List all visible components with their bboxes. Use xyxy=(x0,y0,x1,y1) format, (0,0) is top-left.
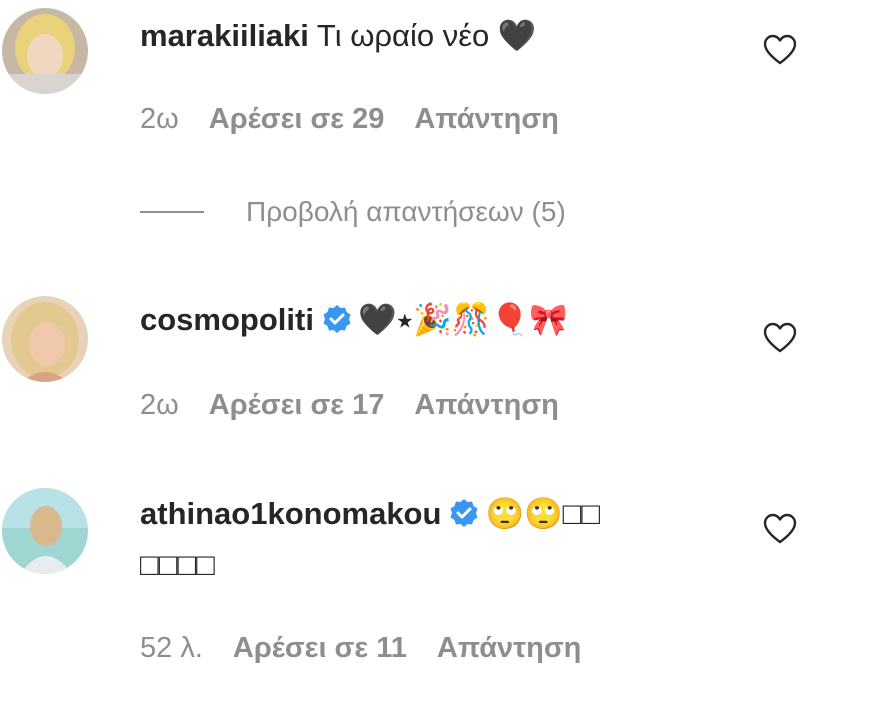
view-replies-button[interactable]: Προβολή απαντήσεων (5) xyxy=(140,192,566,232)
comment-body-line2: □□□□ xyxy=(140,547,215,582)
comment-body: 🙄🙄□□ xyxy=(485,496,601,531)
heart-outline-icon[interactable] xyxy=(763,513,797,545)
comment-meta: 2ω Αρέσει σε 17 Απάντηση xyxy=(140,387,589,423)
likes-count[interactable]: Αρέσει σε 17 xyxy=(209,389,385,421)
heart-outline-icon[interactable] xyxy=(763,34,797,66)
username[interactable]: cosmopoliti xyxy=(140,302,314,337)
verified-badge-icon xyxy=(450,499,478,527)
timestamp[interactable]: 2ω xyxy=(140,103,179,135)
comment-meta: 52 λ. Αρέσει σε 11 Απάντηση xyxy=(140,630,611,666)
view-replies-label: Προβολή απαντήσεων (5) xyxy=(246,196,566,227)
username[interactable]: athinao1konomakou xyxy=(140,496,441,531)
verified-badge-icon xyxy=(323,305,351,333)
timestamp[interactable]: 2ω xyxy=(140,389,179,421)
comment-text-line: athinao1konomakou 🙄🙄□□ xyxy=(140,494,600,534)
likes-count[interactable]: Αρέσει σε 29 xyxy=(209,103,385,135)
likes-count[interactable]: Αρέσει σε 11 xyxy=(233,632,407,664)
comment-body: Τι ωραίο νέο 🖤 xyxy=(316,18,537,53)
divider xyxy=(140,211,204,213)
comment-text-line: marakiiliaki Τι ωραίο νέο 🖤 xyxy=(140,16,536,56)
reply-button[interactable]: Απάντηση xyxy=(414,389,559,421)
comment-text-line: cosmopoliti 🖤⭑🎉🎊🎈🎀 xyxy=(140,300,568,340)
heart-outline-icon[interactable] xyxy=(763,322,797,354)
avatar[interactable] xyxy=(2,296,88,382)
reply-button[interactable]: Απάντηση xyxy=(437,632,582,664)
avatar[interactable] xyxy=(2,488,88,574)
avatar[interactable] xyxy=(2,8,88,94)
comment-body: 🖤⭑🎉🎊🎈🎀 xyxy=(357,302,568,337)
username[interactable]: marakiiliaki xyxy=(140,18,309,53)
reply-button[interactable]: Απάντηση xyxy=(414,103,559,135)
comment-meta: 2ω Αρέσει σε 29 Απάντηση xyxy=(140,101,589,137)
timestamp[interactable]: 52 λ. xyxy=(140,632,203,664)
